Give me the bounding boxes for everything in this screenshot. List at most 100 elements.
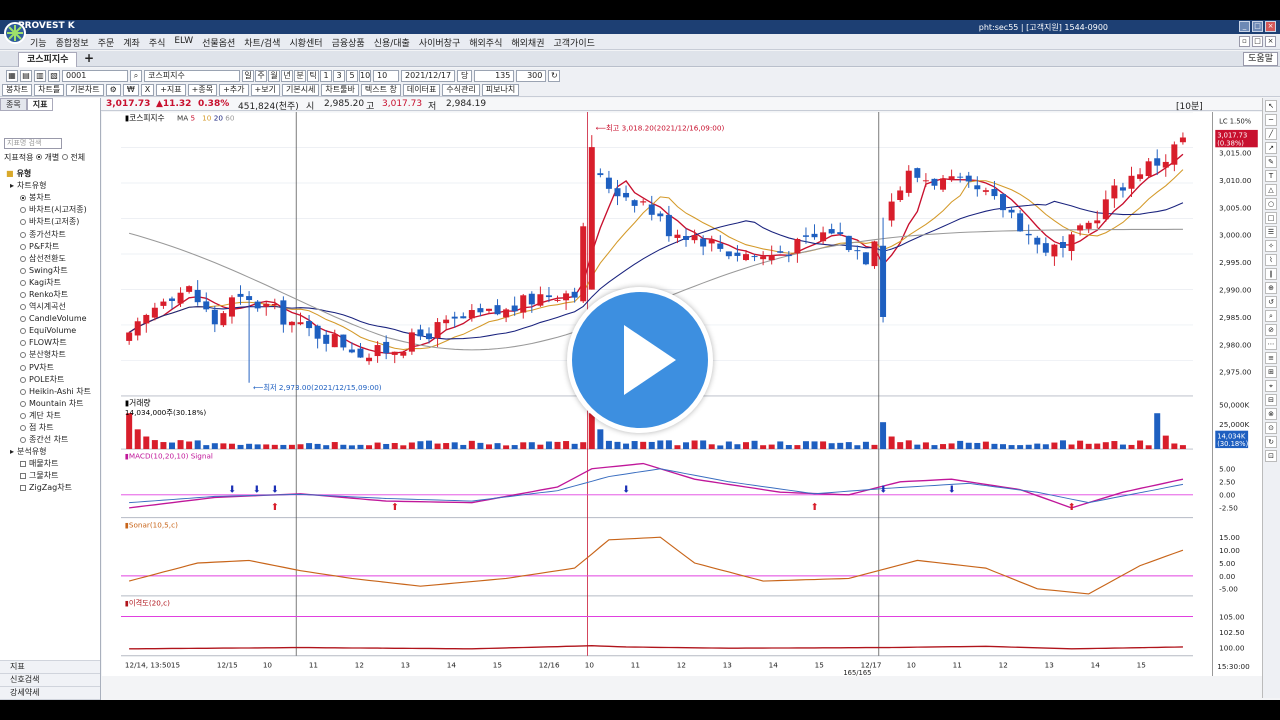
chart-type-radio[interactable]	[20, 267, 26, 274]
period-button-5[interactable]: 틱	[307, 69, 319, 82]
maximize-button[interactable]: □	[1252, 21, 1263, 32]
period-button-6[interactable]: 1	[320, 69, 332, 82]
tab-indicator[interactable]: 지표	[26, 98, 54, 111]
count-input[interactable]: 135	[474, 69, 515, 82]
chart-type-item[interactable]: CandleVolume	[6, 313, 100, 325]
drawing-tool-2[interactable]: ╱	[1265, 128, 1277, 140]
period-button-3[interactable]: 년	[281, 69, 293, 82]
close-button[interactable]: ×	[1265, 21, 1276, 32]
toolbar-icon-3[interactable]: ▥	[34, 69, 46, 82]
drawing-tool-3[interactable]: ↗	[1265, 142, 1277, 154]
drawing-tool-0[interactable]: ↖	[1265, 100, 1277, 112]
toolbar2-button-0[interactable]: 봉차트	[2, 83, 33, 96]
toolbar2-button-14[interactable]: 수식관리	[442, 83, 480, 96]
group-analysis-types[interactable]: ▸ 분석유형	[6, 446, 100, 458]
drawing-tool-14[interactable]: ↺	[1265, 296, 1277, 308]
toolbar2-button-11[interactable]: 차트툴바	[321, 83, 359, 96]
chart-type-item[interactable]: POLE차트	[6, 374, 100, 386]
date-picker[interactable]: 2021/12/17	[401, 69, 455, 82]
bottom-menu-item-3[interactable]: 투자자동향	[0, 699, 100, 700]
drawing-tool-4[interactable]: ✎	[1265, 156, 1277, 168]
mdi-restore-button[interactable]: ▫	[1239, 36, 1250, 47]
period-button-8[interactable]: 5	[346, 69, 358, 82]
chart-type-radio[interactable]	[20, 376, 26, 383]
toolbar2-button-5[interactable]: X	[140, 83, 155, 96]
menu-item-8[interactable]: 시황센터	[289, 36, 322, 49]
drawing-tool-21[interactable]: ⊟	[1265, 394, 1277, 406]
drawing-tool-18[interactable]: ≡	[1265, 352, 1277, 364]
chart-type-item[interactable]: 계단 차트	[6, 410, 100, 422]
chart-type-item[interactable]: EquiVolume	[6, 325, 100, 337]
toolbar2-button-7[interactable]: +종목	[187, 83, 218, 96]
menu-item-3[interactable]: 계좌	[123, 36, 140, 49]
minimize-button[interactable]: _	[1239, 21, 1250, 32]
mdi-maximize-button[interactable]: □	[1252, 36, 1263, 47]
menu-item-12[interactable]: 해외주식	[469, 36, 502, 49]
chart-type-radio[interactable]	[20, 255, 26, 262]
chart-type-item[interactable]: 바차트(시고저종)	[6, 204, 100, 216]
chart-type-item[interactable]: Mountain 차트	[6, 398, 100, 410]
toolbar2-button-8[interactable]: +추가	[219, 83, 249, 96]
video-play-button[interactable]	[567, 287, 713, 433]
toolbar2-button-13[interactable]: 데이터표	[402, 83, 441, 96]
folder-type[interactable]: ■ 유형	[6, 168, 100, 180]
mdi-close-button[interactable]: ×	[1265, 36, 1276, 47]
menu-item-6[interactable]: 선물옵션	[202, 36, 235, 49]
code-input[interactable]: 0001	[62, 69, 128, 82]
chart-type-radio[interactable]	[20, 207, 26, 214]
chart-type-item[interactable]: PV차트	[6, 362, 100, 374]
chart-type-radio[interactable]	[20, 219, 26, 226]
drawing-tool-8[interactable]: □	[1265, 212, 1277, 224]
menu-item-2[interactable]: 주문	[98, 36, 115, 49]
analysis-type-item[interactable]: 매물차트	[6, 458, 100, 470]
menu-item-9[interactable]: 금융상품	[332, 36, 365, 49]
chart-type-item[interactable]: 봉차트	[6, 192, 100, 204]
interval-select[interactable]: 10	[373, 69, 399, 82]
toolbar2-button-1[interactable]: 차트틀	[34, 83, 65, 96]
toolbar2-button-10[interactable]: 기본시세	[281, 83, 320, 96]
search-icon[interactable]: ⌕	[130, 69, 142, 82]
chart-type-item[interactable]: Heikin-Ashi 차트	[6, 386, 100, 398]
chart-type-radio[interactable]	[20, 231, 26, 238]
chart-type-radio[interactable]	[20, 400, 26, 407]
analysis-type-checkbox[interactable]	[20, 473, 26, 480]
analysis-type-checkbox[interactable]	[20, 485, 26, 492]
chart-type-item[interactable]: Renko차트	[6, 289, 100, 301]
drawing-tool-9[interactable]: ☰	[1265, 226, 1277, 238]
chart-type-radio[interactable]	[20, 364, 26, 371]
period-button-2[interactable]: 월	[268, 69, 280, 82]
toolbar-icon-1[interactable]: ▦	[6, 69, 18, 82]
drawing-tool-15[interactable]: ⌕	[1265, 310, 1277, 322]
chart-type-radio[interactable]	[20, 243, 26, 250]
menu-item-1[interactable]: 종합정보	[56, 36, 89, 49]
chart-type-radio[interactable]	[20, 279, 26, 286]
chart-type-radio[interactable]	[20, 291, 26, 298]
menu-item-4[interactable]: 주식	[149, 36, 166, 49]
menu-item-13[interactable]: 해외채권	[511, 36, 544, 49]
mode-all-radio[interactable]	[61, 154, 68, 160]
chart-type-item[interactable]: 역시계곡선	[6, 301, 100, 313]
chart-type-item[interactable]: 점 차트	[6, 422, 100, 434]
tab-kospi[interactable]: 코스피지수	[18, 52, 78, 67]
drawing-tool-16[interactable]: ⊘	[1265, 324, 1277, 336]
tab-symbol[interactable]: 종목	[0, 98, 27, 111]
chart-type-radio[interactable]	[20, 316, 26, 323]
chart-type-radio[interactable]	[20, 195, 26, 202]
chart-type-radio[interactable]	[20, 388, 26, 395]
chart-type-item[interactable]: 바차트(고저종)	[6, 216, 100, 228]
chart-type-item[interactable]: Kagi차트	[6, 277, 100, 289]
toolbar2-button-9[interactable]: +보기	[250, 83, 280, 96]
drawing-tool-24[interactable]: ↻	[1265, 436, 1277, 448]
drawing-tool-7[interactable]: ○	[1265, 198, 1277, 210]
menu-item-7[interactable]: 차트/검색	[244, 36, 280, 49]
chart-type-item[interactable]: 종간선 차트	[6, 434, 100, 446]
drawing-tool-10[interactable]: ✧	[1265, 240, 1277, 252]
chart-type-radio[interactable]	[20, 304, 26, 311]
menu-item-14[interactable]: 고객가이드	[554, 36, 595, 49]
chart-type-radio[interactable]	[20, 437, 26, 444]
drawing-tool-20[interactable]: ⌖	[1265, 380, 1277, 392]
chart-type-radio[interactable]	[20, 425, 26, 432]
analysis-type-checkbox[interactable]	[20, 461, 26, 468]
group-chart-types[interactable]: ▸ 차트유형	[6, 180, 100, 192]
max-input[interactable]: 300	[516, 69, 547, 82]
